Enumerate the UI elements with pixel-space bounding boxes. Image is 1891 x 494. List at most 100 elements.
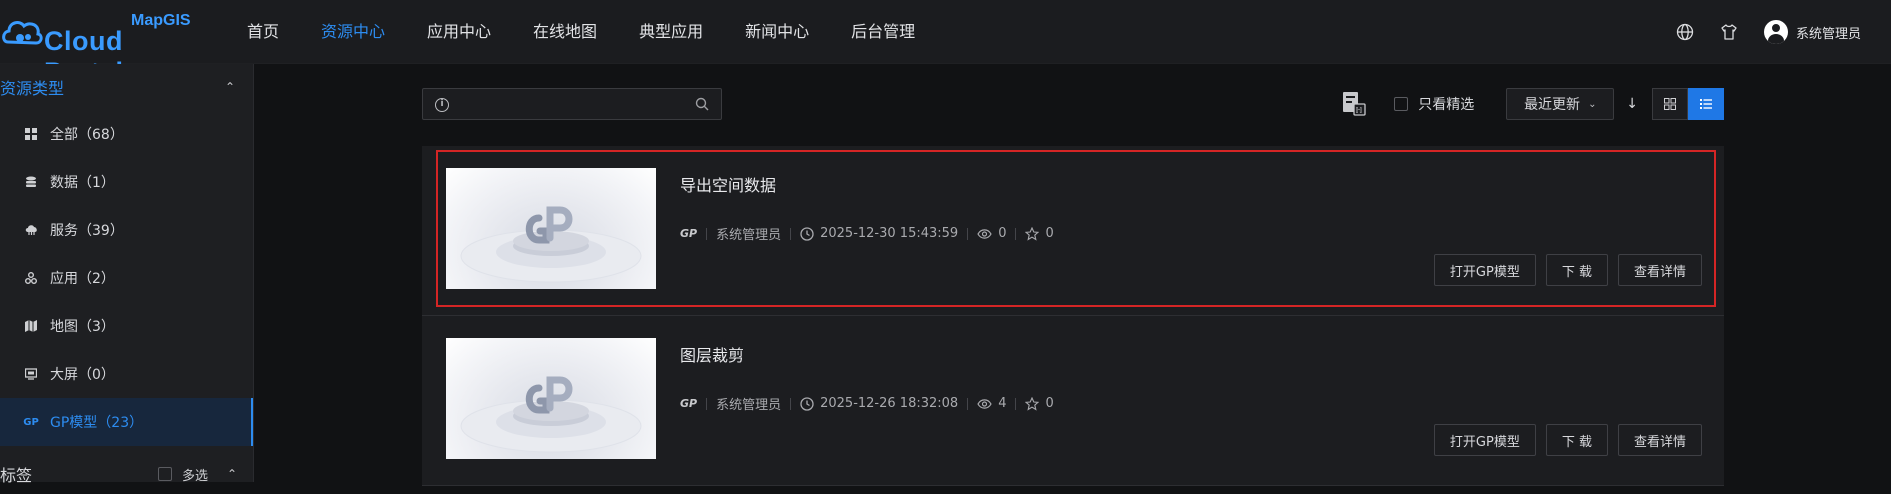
svg-text:ℍ: ℍ — [1356, 106, 1363, 115]
owner-name: 系统管理员 — [716, 228, 782, 243]
sidebar-item-map[interactable]: 地图（3） — [0, 302, 253, 350]
list-icon — [1700, 99, 1712, 109]
nav-typical-apps[interactable]: 典型应用 — [618, 0, 724, 64]
divider — [790, 227, 792, 240]
shirt-icon[interactable] — [1720, 23, 1738, 41]
sidebar-item-gp-model[interactable]: GP GP模型（23） — [0, 398, 253, 446]
tags-header: 标签 多选 ⌃ — [0, 454, 254, 494]
info-icon[interactable]: i — [435, 98, 449, 112]
resource-type-header[interactable]: 资源类型 ⌃ — [0, 64, 253, 110]
open-gp-model-button[interactable]: 打开GP模型 — [1433, 254, 1536, 286]
sidebar-item-label: 数据（1） — [50, 175, 115, 191]
gp-icon: GP — [23, 416, 39, 428]
sort-direction-icon[interactable]: ↓ — [1626, 96, 1638, 112]
multi-select-toggle[interactable]: 多选 — [158, 465, 208, 484]
cloud-service-icon — [24, 223, 38, 237]
download-button[interactable]: 下 载 — [1545, 254, 1608, 286]
sidebar-item-all[interactable]: 全部（68） — [0, 110, 253, 158]
database-icon — [24, 175, 38, 189]
nav-news-center[interactable]: 新闻中心 — [724, 0, 830, 64]
owner-name: 系统管理员 — [716, 398, 782, 413]
multi-select-checkbox[interactable] — [158, 467, 172, 481]
user-menu[interactable]: 系统管理员 — [1763, 20, 1861, 44]
resource-thumbnail[interactable] — [446, 168, 656, 289]
search-input[interactable]: i — [422, 88, 722, 120]
only-featured-label: 只看精选 — [1418, 97, 1475, 113]
main-content: i ℍ 只看精选 最近更新 ⌄ ↓ 导出空间数据 GP 系统管理员 2025-1… — [255, 64, 1891, 486]
sidebar-item-data[interactable]: 数据（1） — [0, 158, 253, 206]
user-name: 系统管理员 — [1795, 26, 1861, 42]
resource-title[interactable]: 图层裁剪 — [680, 342, 744, 366]
gp-model-logo-icon — [460, 206, 642, 283]
divider — [790, 397, 792, 410]
sidebar-item-label: 大屏（0） — [50, 367, 115, 383]
star-icon[interactable] — [1025, 396, 1040, 411]
chevron-up-icon[interactable]: ⌃ — [227, 467, 237, 481]
globe-icon[interactable] — [1676, 23, 1694, 41]
chevron-up-icon[interactable]: ⌃ — [225, 80, 235, 94]
view-count: 0 — [998, 226, 1007, 241]
chevron-down-icon: ⌄ — [1588, 98, 1597, 110]
resource-title[interactable]: 导出空间数据 — [680, 172, 776, 196]
divider — [1015, 397, 1017, 410]
sidebar-item-label: 服务（39） — [50, 223, 124, 239]
star-count: 0 — [1045, 396, 1054, 411]
clock-icon — [800, 396, 814, 411]
type-badge: GP — [680, 227, 698, 240]
nav-app-center[interactable]: 应用中心 — [406, 0, 512, 64]
nav-home[interactable]: 首页 — [226, 0, 300, 64]
star-count: 0 — [1045, 226, 1054, 241]
app-icon — [24, 271, 38, 285]
cloud-logo-icon — [2, 21, 43, 45]
nav-admin[interactable]: 后台管理 — [830, 0, 936, 64]
only-featured-filter[interactable]: 只看精选 — [1394, 94, 1474, 114]
sort-select[interactable]: 最近更新 ⌄ — [1506, 88, 1615, 120]
resource-meta: GP 系统管理员 2025-12-30 15:43:59 0 0 — [680, 224, 1054, 243]
sidebar-item-service[interactable]: 服务（39） — [0, 206, 253, 254]
toolbar-right: ℍ 只看精选 最近更新 ⌄ ↓ — [1342, 88, 1724, 120]
download-button[interactable]: 下 载 — [1545, 424, 1608, 456]
view-count: 4 — [998, 396, 1007, 411]
sidebar: 资源类型 ⌃ 全部（68） 数据（1） 服务（39） 应用（2） 地图（3） 大… — [0, 64, 254, 485]
resource-thumbnail[interactable] — [446, 338, 656, 459]
resource-type-title: 资源类型 — [0, 79, 65, 98]
tags-title: 标签 — [0, 466, 33, 485]
only-featured-checkbox[interactable] — [1394, 97, 1409, 111]
grid-icon — [1664, 98, 1676, 110]
resource-card[interactable]: 图层裁剪 GP 系统管理员 2025-12-26 18:32:08 4 0 打开… — [422, 316, 1724, 486]
divider — [706, 397, 708, 410]
view-details-button[interactable]: 查看详情 — [1617, 424, 1702, 456]
list-view-button[interactable] — [1688, 88, 1724, 120]
resource-meta: GP 系统管理员 2025-12-26 18:32:08 4 0 — [680, 394, 1054, 413]
featured-filter-icon[interactable]: ℍ — [1342, 91, 1366, 117]
search-icon[interactable] — [695, 97, 709, 111]
star-icon[interactable] — [1025, 226, 1040, 241]
open-gp-model-button[interactable]: 打开GP模型 — [1433, 424, 1536, 456]
logo[interactable]: MapGIS Cloud Portal — [0, 10, 200, 87]
clock-icon — [800, 226, 814, 241]
sort-label: 最近更新 — [1524, 97, 1581, 113]
toolbar: i ℍ 只看精选 最近更新 ⌄ ↓ — [422, 88, 1724, 120]
sidebar-item-screen[interactable]: 大屏（0） — [0, 350, 253, 398]
card-actions: 打开GP模型 下 载 查看详情 — [1433, 424, 1702, 456]
view-details-button[interactable]: 查看详情 — [1617, 254, 1702, 286]
divider — [967, 227, 969, 240]
top-header: MapGIS Cloud Portal 首页 资源中心 应用中心 在线地图 典型… — [0, 0, 1891, 87]
nav-resource-center[interactable]: 资源中心 — [300, 0, 406, 64]
screen-icon — [24, 367, 38, 381]
sidebar-item-label: 地图（3） — [50, 319, 115, 335]
sidebar-item-label: 全部（68） — [50, 127, 124, 143]
grid-icon — [24, 127, 38, 141]
grid-view-button[interactable] — [1652, 88, 1688, 120]
eye-icon — [977, 228, 992, 239]
divider — [706, 227, 708, 240]
divider — [967, 397, 969, 410]
resource-card[interactable]: 导出空间数据 GP 系统管理员 2025-12-30 15:43:59 0 0 … — [422, 146, 1724, 316]
gp-model-logo-icon — [460, 376, 642, 453]
map-icon — [24, 319, 38, 333]
multi-select-label: 多选 — [182, 468, 209, 484]
sidebar-item-app[interactable]: 应用（2） — [0, 254, 253, 302]
nav-online-map[interactable]: 在线地图 — [512, 0, 618, 64]
updated-time: 2025-12-30 15:43:59 — [820, 226, 959, 241]
main-nav: 首页 资源中心 应用中心 在线地图 典型应用 新闻中心 后台管理 — [226, 0, 936, 64]
